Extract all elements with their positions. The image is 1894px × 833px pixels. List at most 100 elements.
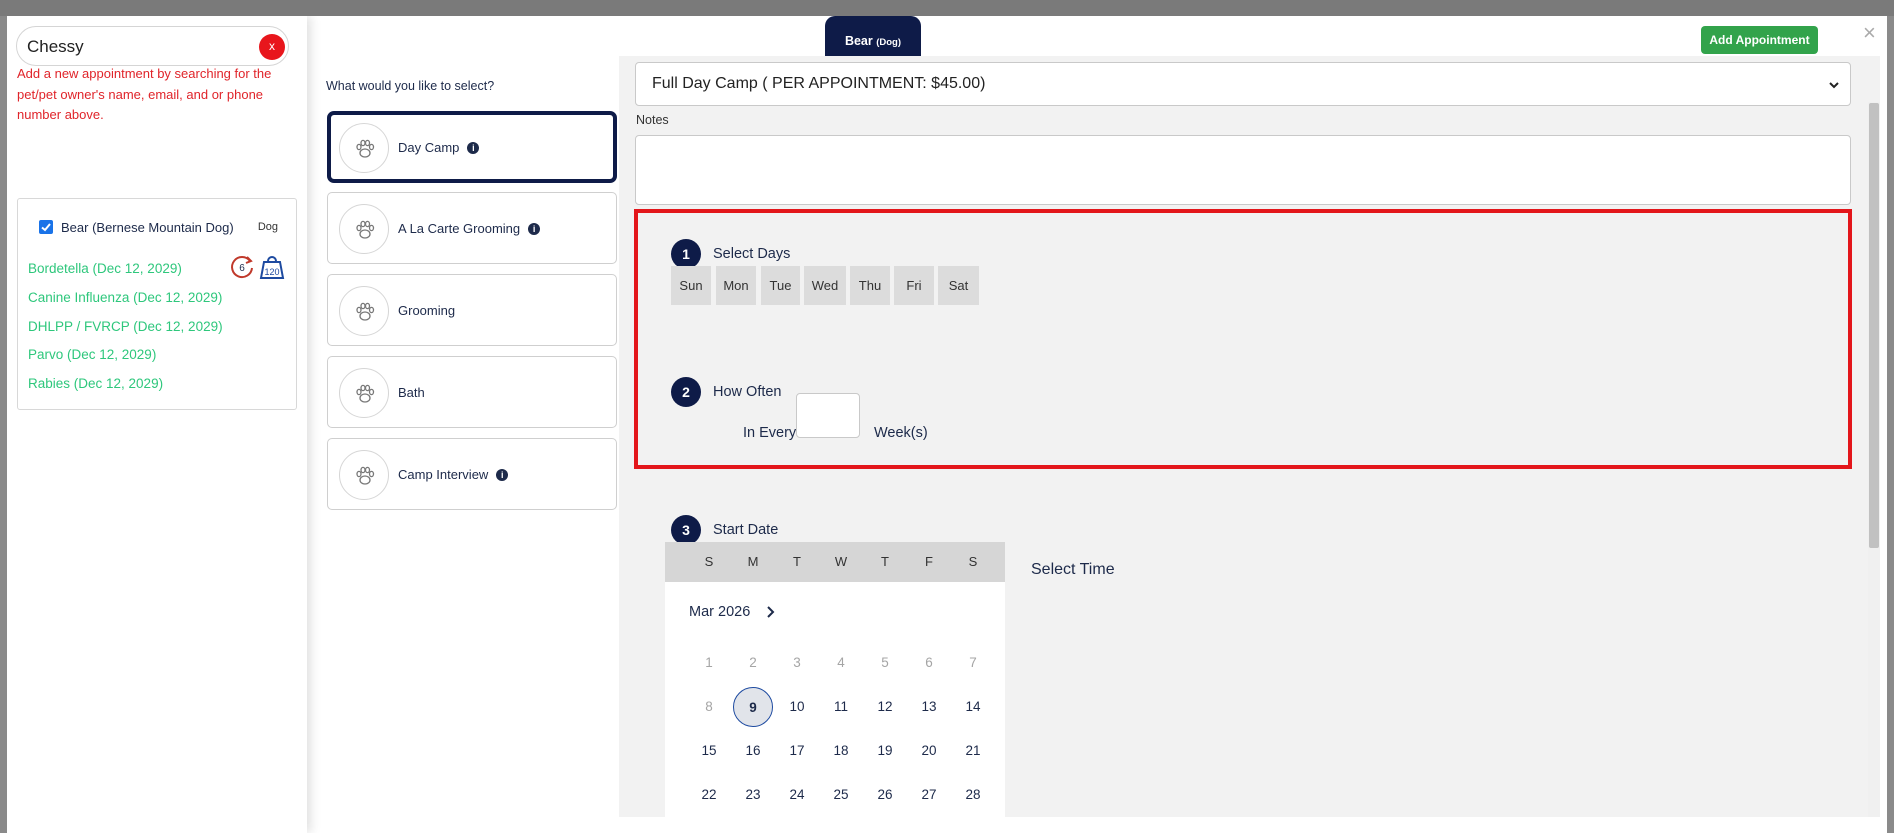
service-label: Day Camp [398,140,460,155]
weekday-thu: T [881,554,889,569]
step-3-number: 3 [671,515,701,545]
calendar-day-22[interactable]: 22 [689,775,729,815]
day-sun-button[interactable]: Sun [671,266,711,305]
appointment-type-select[interactable]: Full Day Camp ( PER APPOINTMENT: $45.00) [635,62,1851,106]
scrollbar-thumb[interactable] [1869,103,1879,548]
calendar-day-21[interactable]: 21 [953,731,993,771]
calendar-day-11[interactable]: 11 [821,687,861,727]
vaccination-dhlpp[interactable]: DHLPP / FVRCP (Dec 12, 2029) [28,319,223,334]
chevron-down-icon [1829,82,1839,89]
close-icon[interactable]: × [1863,20,1876,46]
calendar-weekday-header: S M T W T F S [665,542,1005,582]
clear-search-button[interactable]: x [259,34,285,60]
service-heading: What would you like to select? [326,79,495,93]
vaccination-rabies[interactable]: Rabies (Dec 12, 2029) [28,376,163,391]
day-fri-button[interactable]: Fri [894,266,934,305]
calendar-day-2[interactable]: 2 [733,643,773,683]
calendar-day-27[interactable]: 27 [909,775,949,815]
calendar-day-20[interactable]: 20 [909,731,949,771]
frequency-weeks-input[interactable] [796,393,860,438]
calendar-day-9[interactable]: 9 [733,687,773,727]
calendar-day-17[interactable]: 17 [777,731,817,771]
weight-icon: 120 [259,256,285,279]
notes-textarea[interactable] [635,135,1851,205]
weight-value: 120 [264,267,279,277]
calendar-day-6[interactable]: 6 [909,643,949,683]
calendar-day-24[interactable]: 24 [777,775,817,815]
weekday-mon: M [747,554,759,569]
frequency-suffix: Week(s) [874,425,928,441]
vaccination-parvo[interactable]: Parvo (Dec 12, 2029) [28,347,156,362]
add-appointment-button[interactable]: Add Appointment [1701,26,1818,54]
chevron-right-icon[interactable] [765,605,777,619]
weekday-sun: S [704,554,714,569]
checkmark-icon [41,223,51,232]
calendar-day-16[interactable]: 16 [733,731,773,771]
calendar-day-19[interactable]: 19 [865,731,905,771]
info-icon[interactable]: i [528,223,541,235]
day-mon-button[interactable]: Mon [716,266,756,305]
frequency-prefix: In Every [743,425,797,441]
pet-name: Bear (Bernese Mountain Dog) [61,220,234,235]
step-3-label: Start Date [713,522,779,538]
calendar-day-12[interactable]: 12 [865,687,905,727]
calendar-day-18[interactable]: 18 [821,731,861,771]
calendar-day-3[interactable]: 3 [777,643,817,683]
pet-checkbox[interactable] [39,220,53,234]
calendar-day-1[interactable]: 1 [689,643,729,683]
day-wed-button[interactable]: Wed [804,266,846,305]
calendar-day-4[interactable]: 4 [821,643,861,683]
calendar-day-23[interactable]: 23 [733,775,773,815]
weekday-wed: W [834,554,848,569]
pet-card: Bear (Bernese Mountain Dog) Dog 6 120 Bo… [17,198,297,410]
day-thu-button[interactable]: Thu [850,266,890,305]
calendar-day-5[interactable]: 5 [865,643,905,683]
calendar-day-10[interactable]: 10 [777,687,817,727]
search-box: x [16,26,289,66]
service-label: Grooming [398,303,456,318]
paw-icon [339,123,389,173]
service-camp-interview[interactable]: Camp Interview i [327,438,617,510]
select-time-label: Select Time [1031,561,1115,578]
visit-count-icon: 6 [231,256,253,279]
service-label: A La Carte Grooming [398,221,521,236]
start-date-calendar: S M T W T F S Mar 2026 1 2 3 4 5 6 7 8 9 10 11 12 13… [665,542,1005,833]
info-icon[interactable]: i [467,142,480,154]
service-a-la-carte-grooming[interactable]: A La Carte Grooming i [327,192,617,264]
paw-icon [339,368,389,418]
vaccination-canine-influenza[interactable]: Canine Influenza (Dec 12, 2029) [28,290,222,305]
step-2-label: How Often [713,384,782,400]
weekday-tue: T [793,554,801,569]
pet-tab-species: (Dog) [876,37,902,48]
info-icon[interactable]: i [496,469,509,481]
search-helper-text: Add a new appointment by searching for t… [17,66,272,122]
step-2-number: 2 [671,377,701,407]
day-sat-button[interactable]: Sat [938,266,979,305]
pet-badges: 6 120 [228,253,288,281]
weekday-sat: S [968,554,978,569]
paw-icon [339,450,389,500]
backdrop [0,0,1894,16]
vaccination-bordetella[interactable]: Bordetella (Dec 12, 2029) [28,261,182,276]
day-tue-button[interactable]: Tue [761,266,800,305]
pet-tab-name: Bear [844,34,873,48]
service-label: Bath [398,385,425,400]
step-1-label: Select Days [713,246,791,262]
calendar-day-28[interactable]: 28 [953,775,993,815]
pet-species: Dog [257,221,278,233]
calendar-day-15[interactable]: 15 [689,731,729,771]
weekday-fri: F [925,554,933,569]
calendar-day-13[interactable]: 13 [909,687,949,727]
calendar-day-25[interactable]: 25 [821,775,861,815]
service-bath[interactable]: Bath [327,356,617,428]
calendar-day-14[interactable]: 14 [953,687,993,727]
service-grooming[interactable]: Grooming [327,274,617,346]
notes-label: Notes [636,113,669,127]
calendar-day-26[interactable]: 26 [865,775,905,815]
paw-icon [339,204,389,254]
calendar-day-7[interactable]: 7 [953,643,993,683]
calendar-month-label: Mar 2026 [689,604,751,620]
service-day-camp[interactable]: Day Camp i [327,111,617,183]
calendar-day-8[interactable]: 8 [689,687,729,727]
search-input[interactable] [27,33,247,61]
